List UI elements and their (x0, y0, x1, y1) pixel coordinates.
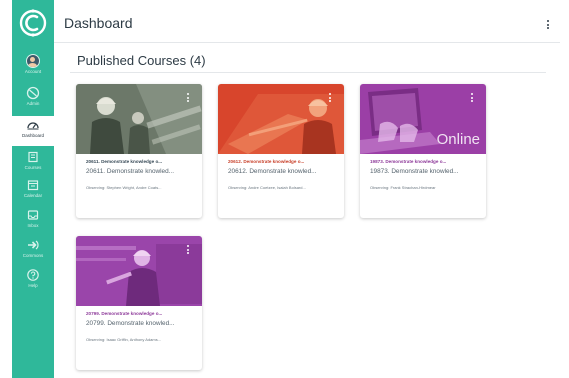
inbox-icon (27, 210, 39, 220)
course-card[interactable]: 20612. Demonstrate knowledge o... 20612.… (218, 84, 344, 218)
canvas-logo-icon[interactable] (18, 8, 48, 38)
calendar-icon (27, 180, 39, 191)
course-observers: Observing: Isaac Griffin, Anthony Adams.… (86, 337, 162, 342)
course-card[interactable]: 20799. Demonstrate knowledge o... 20799.… (76, 236, 202, 370)
course-title-link[interactable]: 19873. Demonstrate knowledge o... (370, 159, 480, 164)
course-options-kebab-icon[interactable] (470, 93, 474, 102)
nav-item-label: Admin (26, 101, 40, 106)
course-options-kebab-icon[interactable] (186, 93, 190, 102)
dashboard-icon (27, 122, 39, 130)
nav-item-admin[interactable]: Admin (12, 84, 54, 114)
nav-item-calendar[interactable]: Calendar (12, 176, 54, 206)
global-nav: Account Admin Dashboard Courses Calendar… (12, 0, 54, 378)
nav-item-dashboard[interactable]: Dashboard (12, 116, 54, 146)
course-code: 20799. Demonstrate knowled... (86, 320, 175, 327)
nav-item-label: Help (28, 283, 38, 288)
page-header: Dashboard (54, 6, 560, 43)
course-card-hero[interactable] (218, 84, 344, 154)
course-code: 19873. Demonstrate knowled... (370, 168, 459, 175)
course-card-hero[interactable]: Online (360, 84, 486, 154)
page-title: Dashboard (64, 15, 133, 31)
published-courses-heading: Published Courses (4) (77, 53, 206, 68)
course-code: 20611. Demonstrate knowled... (86, 168, 174, 175)
book-icon (28, 151, 38, 163)
course-card-hero[interactable] (76, 84, 202, 154)
course-options-kebab-icon[interactable] (328, 93, 332, 102)
course-hero-image (76, 84, 202, 154)
course-title-link[interactable]: 20799. Demonstrate knowledge o... (86, 311, 196, 316)
course-options-kebab-icon[interactable] (186, 245, 190, 254)
course-observers: Observing: Frank Strachan-Hirdmear (370, 185, 436, 190)
nav-item-inbox[interactable]: Inbox (12, 206, 54, 236)
nav-item-help[interactable]: Help (12, 266, 54, 296)
course-card[interactable]: 20611. Demonstrate knowledge o... 20611.… (76, 84, 202, 218)
dashboard-options-kebab-icon[interactable] (546, 20, 550, 29)
nav-item-label: Account (24, 69, 42, 74)
nav-item-commons[interactable]: Commons (12, 236, 54, 266)
course-title-link[interactable]: 20612. Demonstrate knowledge o... (228, 159, 338, 164)
nav-item-label: Inbox (27, 223, 39, 228)
nav-item-label: Dashboard (21, 133, 44, 138)
course-code: 20612. Demonstrate knowled... (228, 168, 317, 175)
course-observers: Observing: Andre Coetzee, Isaiah Bolsard… (228, 185, 306, 190)
nav-item-label: Calendar (23, 193, 43, 198)
nav-item-account[interactable]: Account (12, 52, 54, 82)
course-card[interactable]: Online 19873. Demonstrate knowledge o...… (360, 84, 486, 218)
course-title-link[interactable]: 20611. Demonstrate knowledge o... (86, 159, 196, 164)
help-icon (27, 269, 39, 281)
nav-item-courses[interactable]: Courses (12, 148, 54, 178)
course-card-hero[interactable] (76, 236, 202, 306)
course-observers: Observing: Stephen Wright, Andre Coats..… (86, 185, 162, 190)
course-hero-image (76, 236, 202, 306)
shield-icon (26, 86, 40, 100)
nav-item-label: Courses (24, 165, 42, 170)
nav-item-label: Commons (22, 253, 44, 258)
commons-icon (28, 240, 39, 250)
course-hero-image (218, 84, 344, 154)
avatar (26, 54, 40, 68)
course-hero-caption: Online (436, 131, 480, 148)
section-divider (70, 72, 546, 73)
